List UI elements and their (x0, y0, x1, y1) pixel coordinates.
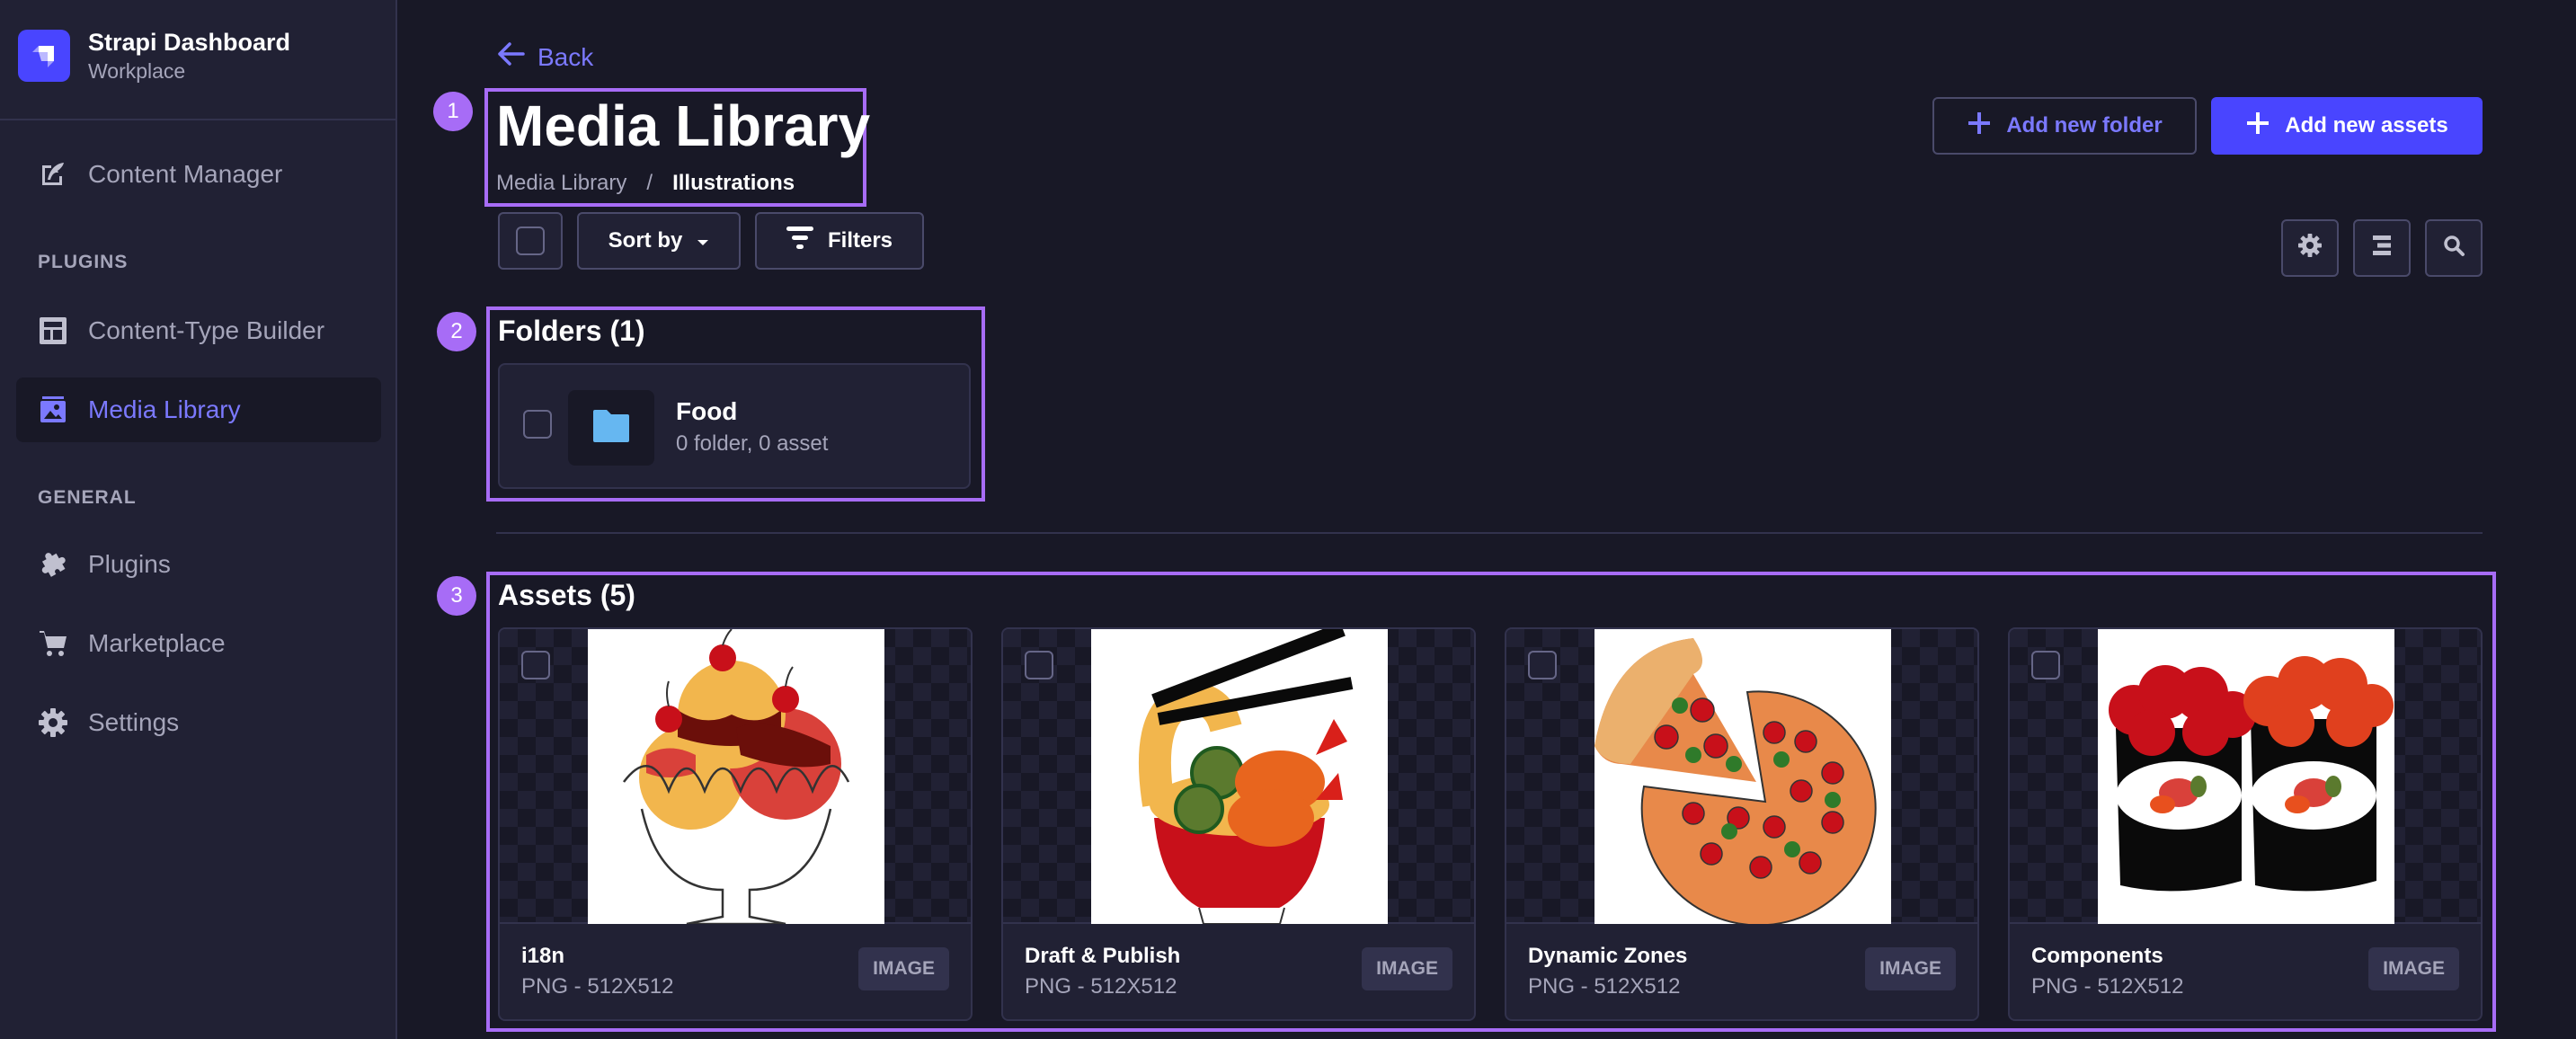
sidebar: Strapi Dashboard Workplace Content Manag… (0, 0, 397, 1039)
asset-preview (1506, 629, 1977, 927)
asset-name: Draft & Publish (1025, 944, 1181, 968)
add-new-folder-label: Add new folder (2006, 113, 2163, 138)
asset-type-badge: IMAGE (858, 947, 949, 990)
caret-down-icon (697, 228, 709, 253)
folder-icon (593, 409, 629, 447)
asset-meta: PNG - 512X512 (1025, 974, 1177, 999)
asset-checkbox[interactable] (521, 651, 550, 679)
sidebar-item-label: Marketplace (88, 629, 226, 657)
list-view-button[interactable] (2353, 219, 2411, 277)
asset-type-badge: IMAGE (2368, 947, 2459, 990)
add-new-assets-label: Add new assets (2285, 113, 2448, 138)
search-button[interactable] (2425, 219, 2483, 277)
folder-card[interactable]: Food 0 folder, 0 asset (498, 363, 971, 489)
asset-preview (2010, 629, 2481, 924)
asset-card[interactable]: Draft & Publish PNG - 512X512 IMAGE (1001, 627, 1476, 1021)
app-title: Strapi Dashboard (88, 29, 291, 56)
strapi-logo-icon (18, 30, 70, 82)
breadcrumb-current: Illustrations (672, 171, 795, 195)
filters-button[interactable]: Filters (755, 212, 924, 270)
sidebar-item-settings[interactable]: Settings (16, 690, 381, 755)
asset-type-badge: IMAGE (1362, 947, 1452, 990)
puzzle-icon (38, 549, 68, 580)
sort-by-button[interactable]: Sort by (577, 212, 741, 270)
asset-name: i18n (521, 944, 565, 968)
breadcrumb-separator: / (646, 171, 653, 195)
asset-thumbnail-ice-cream (588, 629, 884, 926)
add-new-assets-button[interactable]: Add new assets (2211, 97, 2483, 155)
sidebar-item-marketplace[interactable]: Marketplace (16, 611, 381, 676)
breadcrumb: Media Library / Illustrations (496, 171, 795, 196)
asset-thumbnail-noodle-bowl (1091, 629, 1388, 925)
select-all-checkbox[interactable] (516, 226, 545, 255)
asset-meta: PNG - 512X512 (1528, 974, 1681, 999)
layout-icon (38, 315, 68, 346)
sidebar-item-label: Content Manager (88, 160, 283, 188)
add-new-folder-button[interactable]: Add new folder (1932, 97, 2197, 155)
breadcrumb-root[interactable]: Media Library (496, 171, 626, 196)
asset-name: Dynamic Zones (1528, 944, 1688, 968)
assets-heading: Assets (5) (498, 579, 635, 611)
section-label-plugins: PLUGINS (38, 252, 129, 272)
asset-card[interactable]: Dynamic Zones PNG - 512X512 IMAGE (1505, 627, 1979, 1021)
configure-view-button[interactable] (2281, 219, 2339, 277)
annotation-badge-2: 2 (437, 312, 476, 351)
brand: Strapi Dashboard Workplace (18, 27, 290, 84)
gear-icon (2298, 233, 2322, 263)
asset-type-badge: IMAGE (1865, 947, 1956, 990)
asset-checkbox[interactable] (1528, 651, 1557, 679)
workspace-name: Workplace (88, 59, 186, 83)
list-view-icon (2370, 234, 2394, 263)
filters-label: Filters (827, 228, 893, 253)
back-label: Back (537, 42, 594, 71)
asset-preview (500, 629, 971, 926)
folder-checkbox[interactable] (523, 410, 552, 439)
sidebar-item-label: Settings (88, 708, 180, 736)
sidebar-item-media-library[interactable]: Media Library (16, 377, 381, 442)
arrow-left-icon (496, 40, 525, 75)
gear-icon (38, 707, 68, 738)
asset-checkbox[interactable] (1025, 651, 1053, 679)
brand-divider (0, 119, 395, 120)
asset-thumbnail-pizza (1594, 629, 1891, 927)
back-link[interactable]: Back (496, 40, 593, 75)
asset-preview (1003, 629, 1474, 925)
asset-name: Components (2031, 944, 2163, 968)
sidebar-item-label: Content-Type Builder (88, 316, 325, 344)
asset-card[interactable]: i18n PNG - 512X512 IMAGE (498, 627, 973, 1021)
section-divider (496, 532, 2483, 534)
folder-meta: 0 folder, 0 asset (676, 431, 829, 456)
search-icon (2442, 234, 2465, 263)
folder-thumbnail (568, 390, 654, 466)
filter-icon (786, 226, 813, 256)
sidebar-item-content-manager[interactable]: Content Manager (16, 142, 381, 207)
feather-icon (38, 159, 68, 190)
select-all-wrapper[interactable] (498, 212, 563, 270)
folder-name: Food (676, 397, 738, 425)
sidebar-item-label: Media Library (88, 395, 241, 423)
sort-by-label: Sort by (608, 228, 683, 253)
sidebar-item-label: Plugins (88, 550, 171, 578)
asset-meta: PNG - 512X512 (2031, 974, 2184, 999)
section-label-general: GENERAL (38, 487, 137, 508)
image-icon (38, 395, 68, 425)
plus-icon (1967, 111, 1992, 142)
asset-thumbnail-sushi (2098, 629, 2394, 924)
sidebar-item-plugins[interactable]: Plugins (16, 532, 381, 597)
annotation-badge-1: 1 (433, 92, 473, 131)
asset-card[interactable]: Components PNG - 512X512 IMAGE (2008, 627, 2483, 1021)
page-title: Media Library (496, 93, 871, 158)
cart-icon (38, 628, 68, 659)
sidebar-item-content-type-builder[interactable]: Content-Type Builder (16, 298, 381, 363)
plus-icon (2245, 111, 2270, 142)
folders-heading: Folders (1) (498, 315, 645, 347)
asset-checkbox[interactable] (2031, 651, 2060, 679)
asset-meta: PNG - 512X512 (521, 974, 674, 999)
annotation-badge-3: 3 (437, 576, 476, 616)
